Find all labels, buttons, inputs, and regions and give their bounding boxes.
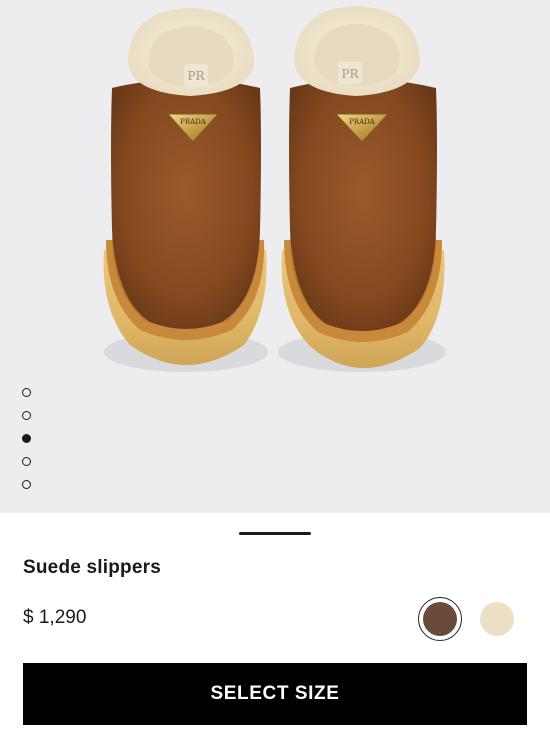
- gallery-dot[interactable]: [22, 457, 31, 466]
- svg-text:PR: PR: [187, 69, 205, 83]
- svg-text:PRADA: PRADA: [349, 118, 376, 126]
- gallery-dot[interactable]: [22, 480, 31, 489]
- product-price: $ 1,290: [23, 607, 87, 628]
- gallery-pagination: [21, 388, 33, 503]
- left-slipper: PR PRADA: [103, 8, 268, 372]
- select-size-button[interactable]: SELECT SIZE: [23, 663, 527, 725]
- right-slipper: PR PRADA: [278, 6, 446, 372]
- product-image: PR PRADA PR PRADA: [103, 6, 446, 372]
- color-swatch-brown[interactable]: [418, 597, 462, 641]
- svg-text:PR: PR: [341, 67, 359, 81]
- gallery-dot-active[interactable]: [22, 434, 31, 443]
- color-swatch-cream-fill: [480, 602, 514, 636]
- product-title: Suede slippers: [23, 557, 161, 578]
- color-swatch-cream[interactable]: [475, 597, 519, 641]
- sheet-drag-handle[interactable]: [239, 532, 311, 535]
- gallery-dot[interactable]: [22, 388, 31, 397]
- gallery-dot[interactable]: [22, 411, 31, 420]
- product-detail-sheet: Suede slippers $ 1,290 SELECT SIZE: [0, 513, 550, 733]
- svg-text:PRADA: PRADA: [180, 118, 207, 126]
- color-swatch-brown-fill: [423, 602, 457, 636]
- product-image-area[interactable]: PR PRADA PR PRADA: [0, 0, 550, 513]
